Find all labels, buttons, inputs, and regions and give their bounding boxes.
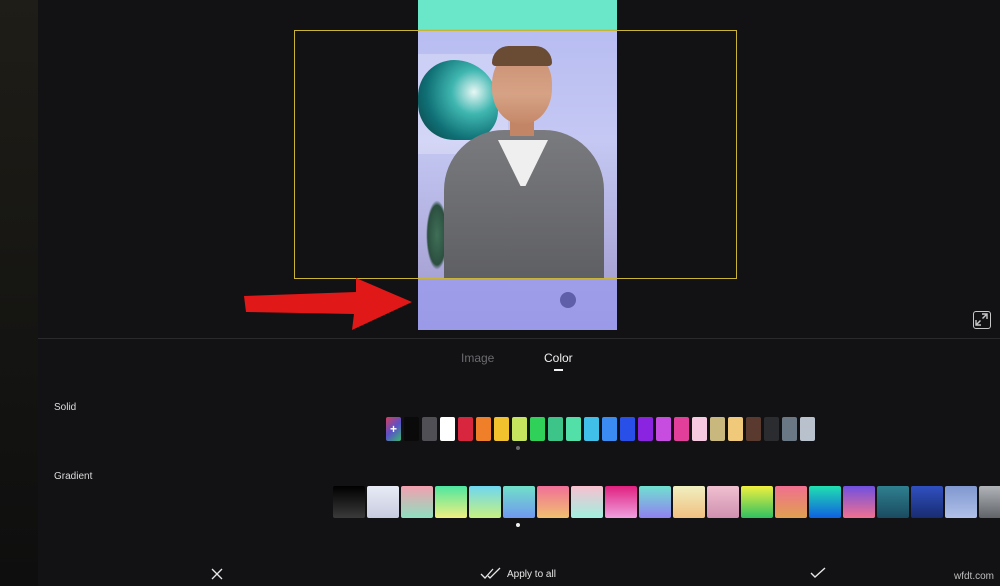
solid-color-swatch[interactable] xyxy=(530,417,545,441)
gradient-swatch[interactable] xyxy=(639,486,671,518)
position-handle[interactable] xyxy=(560,292,576,308)
gradient-swatch[interactable] xyxy=(945,486,977,518)
watermark: wfdt.com xyxy=(953,571,994,582)
canvas-frame-outline xyxy=(294,30,737,279)
gradient-swatch[interactable] xyxy=(367,486,399,518)
solid-color-swatch[interactable] xyxy=(440,417,455,441)
solid-color-swatch[interactable] xyxy=(476,417,491,441)
solid-color-swatch[interactable] xyxy=(638,417,653,441)
solid-color-swatch[interactable] xyxy=(800,417,815,441)
expand-icon[interactable] xyxy=(973,311,991,329)
solid-color-palette: + xyxy=(386,417,815,441)
tab-bar: Image Color xyxy=(0,348,1000,378)
gradient-swatch[interactable] xyxy=(435,486,467,518)
close-icon xyxy=(211,568,223,580)
gradient-swatch[interactable] xyxy=(537,486,569,518)
solid-color-swatch[interactable] xyxy=(458,417,473,441)
solid-color-swatch[interactable] xyxy=(602,417,617,441)
solid-color-swatch[interactable] xyxy=(494,417,509,441)
apply-to-all-button[interactable]: Apply to all xyxy=(480,566,570,582)
solid-color-swatch[interactable] xyxy=(656,417,671,441)
solid-color-swatch[interactable] xyxy=(548,417,563,441)
gradient-swatch[interactable] xyxy=(843,486,875,518)
solid-section-label: Solid xyxy=(54,402,77,413)
solid-color-swatch[interactable] xyxy=(584,417,599,441)
active-tab-indicator xyxy=(554,369,563,371)
solid-color-swatch[interactable] xyxy=(782,417,797,441)
tab-image[interactable]: Image xyxy=(461,351,494,365)
double-check-icon xyxy=(480,567,501,579)
gradient-palette xyxy=(333,486,1000,518)
solid-color-swatch[interactable] xyxy=(728,417,743,441)
left-edge-strip xyxy=(0,0,38,586)
gradient-swatch[interactable] xyxy=(605,486,637,518)
gradient-swatch[interactable] xyxy=(469,486,501,518)
bottom-action-bar: Apply to all wfdt.com xyxy=(0,556,1000,586)
gradient-swatch[interactable] xyxy=(571,486,603,518)
gradient-swatch[interactable] xyxy=(673,486,705,518)
gradient-section-label: Gradient xyxy=(54,471,93,482)
gradient-swatch[interactable] xyxy=(809,486,841,518)
solid-color-swatch[interactable] xyxy=(692,417,707,441)
gradient-swatch[interactable] xyxy=(775,486,807,518)
gradient-swatch[interactable] xyxy=(741,486,773,518)
solid-color-swatch[interactable] xyxy=(566,417,581,441)
solid-page-indicator xyxy=(516,446,520,450)
check-icon xyxy=(810,567,826,578)
apply-to-all-label: Apply to all xyxy=(507,568,556,580)
gradient-swatch[interactable] xyxy=(401,486,433,518)
solid-color-swatch[interactable] xyxy=(674,417,689,441)
gradient-swatch[interactable] xyxy=(911,486,943,518)
red-arrow-annotation xyxy=(244,278,412,330)
plus-icon: + xyxy=(389,422,397,436)
panel-divider xyxy=(38,338,1000,339)
cancel-button[interactable] xyxy=(209,566,225,582)
solid-color-swatch[interactable] xyxy=(404,417,419,441)
gradient-swatch[interactable] xyxy=(707,486,739,518)
add-color-button[interactable]: + xyxy=(386,417,401,441)
solid-color-swatch[interactable] xyxy=(422,417,437,441)
tab-color[interactable]: Color xyxy=(544,351,573,365)
confirm-button[interactable] xyxy=(809,566,827,582)
gradient-swatch[interactable] xyxy=(979,486,1000,518)
solid-color-swatch[interactable] xyxy=(710,417,725,441)
gradient-swatch[interactable] xyxy=(503,486,535,518)
solid-color-swatch[interactable] xyxy=(512,417,527,441)
gradient-swatch[interactable] xyxy=(877,486,909,518)
solid-color-swatch[interactable] xyxy=(764,417,779,441)
gradient-swatch[interactable] xyxy=(333,486,365,518)
solid-color-swatch[interactable] xyxy=(746,417,761,441)
solid-color-swatch[interactable] xyxy=(620,417,635,441)
gradient-page-indicator xyxy=(516,523,520,527)
